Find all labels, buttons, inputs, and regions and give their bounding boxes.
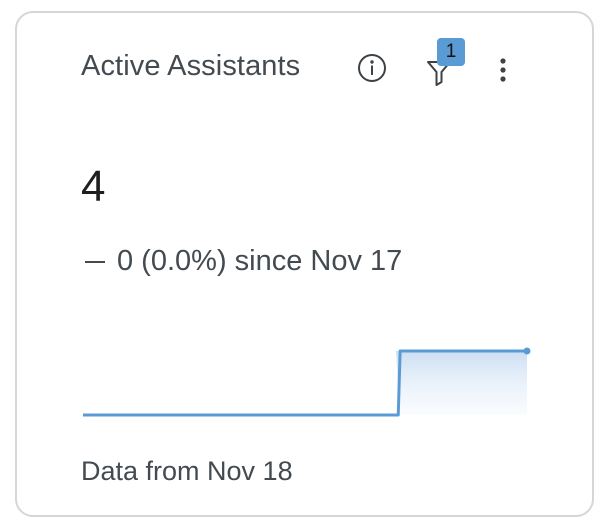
change-text: 0 (0.0%) since Nov 17: [117, 245, 403, 277]
data-range-footer: Data from Nov 18: [81, 456, 293, 486]
info-circle-icon: [358, 54, 386, 82]
sparkline-last-point: [523, 347, 531, 355]
more-vertical-icon: [500, 58, 506, 82]
filter-count-badge: 1: [437, 38, 465, 66]
active-assistants-card: Active Assistants 1 4 0 (0.0%) since Nov…: [15, 11, 594, 517]
sparkline-area: [396, 351, 527, 415]
more-options-button[interactable]: [491, 51, 515, 89]
sparkline-chart: [83, 347, 531, 417]
no-change-dash-icon: [85, 260, 105, 263]
metric-value: 4: [81, 162, 106, 211]
info-button[interactable]: [355, 51, 389, 85]
change-indicator: 0 (0.0%) since Nov 17: [85, 245, 402, 278]
card-title: Active Assistants: [81, 50, 301, 82]
